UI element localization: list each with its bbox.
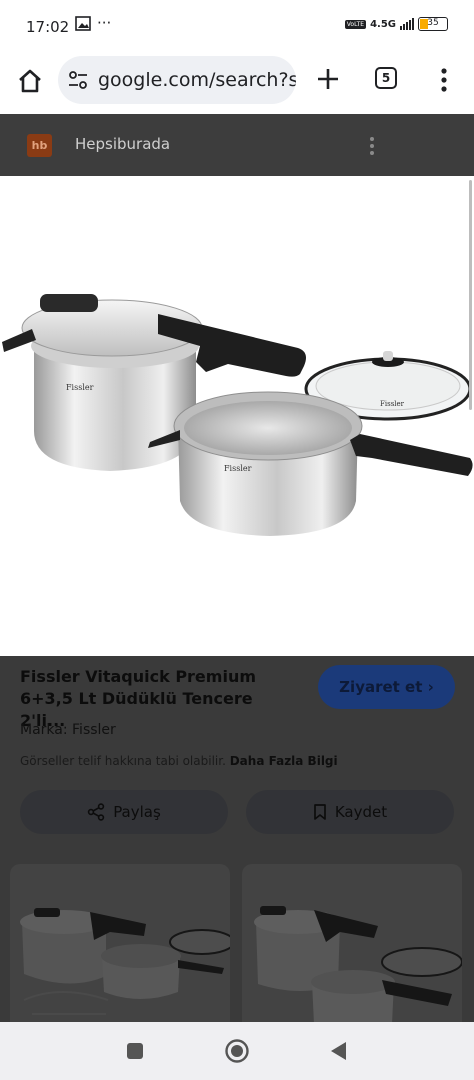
status-right-cluster: VoLTE 4.5G 35 — [344, 17, 448, 31]
result-info-panel: Fissler Vitaquick Premium 6+3,5 Lt Düdük… — [0, 656, 474, 1022]
pressure-cooker-set-image: Fissler Fissler Fissler — [2, 294, 473, 536]
recents-square-icon — [127, 1043, 143, 1059]
share-icon — [87, 803, 105, 821]
url-text: google.com/search?sca — [98, 69, 296, 91]
chevron-right-icon: › — [427, 678, 434, 696]
system-nav-bar — [0, 1022, 474, 1080]
related-image-2[interactable] — [242, 864, 462, 1022]
bookmark-icon — [314, 804, 326, 820]
svg-text:Fissler: Fissler — [224, 464, 252, 473]
back-triangle-icon — [331, 1042, 346, 1060]
battery-icon: 35 — [418, 17, 448, 31]
browser-menu-button[interactable] — [434, 65, 454, 95]
share-label: Paylaş — [113, 803, 161, 821]
more-vert-icon — [370, 137, 374, 155]
status-time: 17:02 — [26, 18, 70, 36]
more-notifications-icon: ··· — [97, 14, 112, 32]
home-nav-button[interactable] — [224, 1038, 250, 1064]
address-bar[interactable]: google.com/search?sca — [58, 56, 296, 104]
home-circle-icon — [225, 1039, 249, 1063]
network-type: 4.5G — [370, 18, 396, 30]
svg-text:Fissler: Fissler — [66, 383, 94, 392]
more-vert-icon — [441, 68, 447, 92]
image-viewer: hb Hepsiburada Fissler Fissler Fissler F… — [0, 114, 474, 1022]
product-image[interactable]: Fissler Fissler Fissler — [0, 176, 474, 656]
source-header[interactable]: hb Hepsiburada — [0, 114, 474, 176]
more-info-link[interactable]: Daha Fazla Bilgi — [230, 754, 338, 768]
image-notification-icon — [75, 16, 91, 35]
related-image-1[interactable] — [10, 864, 230, 1022]
copyright-note: Görseller telif hakkına tabi olabilir. D… — [20, 754, 338, 768]
battery-level: 35 — [427, 18, 439, 28]
visit-button[interactable]: Ziyaret et › — [318, 665, 455, 709]
back-button[interactable] — [326, 1038, 352, 1064]
related-cookware-image — [254, 906, 462, 1022]
source-logo: hb — [27, 134, 52, 157]
browser-toolbar: google.com/search?sca 5 — [0, 52, 474, 114]
image-scrollbar[interactable] — [469, 180, 472, 410]
home-button[interactable] — [14, 65, 46, 97]
home-icon — [19, 69, 41, 93]
save-button[interactable]: Kaydet — [246, 790, 454, 834]
copyright-text: Görseller telif hakkına tabi olabilir. — [20, 754, 226, 768]
source-more-button[interactable] — [364, 134, 380, 158]
visit-label: Ziyaret et — [339, 678, 423, 696]
recents-button[interactable] — [122, 1038, 148, 1064]
source-name: Hepsiburada — [75, 135, 171, 153]
related-cookware-image — [20, 908, 230, 1015]
tab-switcher-button[interactable]: 5 — [375, 67, 397, 89]
volte-icon: VoLTE — [344, 19, 367, 29]
plus-icon — [318, 69, 338, 89]
status-bar: 17:02 ··· VoLTE 4.5G 35 — [0, 0, 474, 52]
share-button[interactable]: Paylaş — [20, 790, 228, 834]
svg-text:Fissler: Fissler — [380, 400, 405, 408]
save-label: Kaydet — [334, 803, 388, 821]
site-settings-icon[interactable] — [68, 71, 88, 93]
new-tab-button[interactable] — [313, 64, 343, 94]
signal-icon — [400, 18, 414, 30]
brand-label: Marka: Fissler — [20, 722, 116, 738]
